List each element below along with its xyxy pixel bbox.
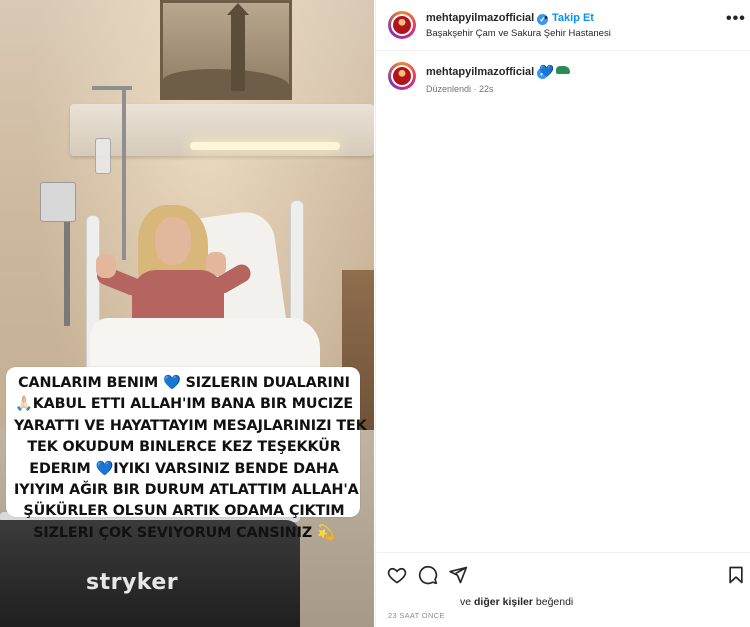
- caption-line: EDERIM 💙IYIKI VARSINIZ BENDE DAHA: [14, 459, 354, 480]
- post-header: mehtapyilmazofficial ✓ • Takip Et Başakşe…: [376, 0, 750, 51]
- avatar[interactable]: [388, 11, 416, 39]
- edited-timestamp: Düzenlendi · 22s: [426, 84, 494, 94]
- username-link[interactable]: mehtapyilmazofficial ✓: [426, 12, 549, 25]
- caption-line: IYIYIM AĞIR BIR DURUM ATLATTIM ALLAH'A: [14, 480, 359, 501]
- story-caption-text: CANLARIM BENIM 💙 SIZLERIN DUALARINI 🙏🏻KAB…: [14, 373, 367, 544]
- caption-text-segment: ŞÜKÜRLER OLSUN ARTIK ODAMA ÇIKTIM: [23, 503, 345, 520]
- caption-line: YARATTI VE HAYATTAYIM MESAJLARINIZI TEK: [14, 416, 367, 437]
- post-time-ago[interactable]: 23 SAAT ÖNCE: [388, 611, 445, 620]
- caption-text-segment: YARATTI VE HAYATTAYIM MESAJLARINIZI TEK: [14, 417, 367, 434]
- more-options-icon[interactable]: •••: [726, 10, 746, 28]
- thumbs-up-left: [96, 254, 116, 278]
- comment-emojis: 💙: [539, 64, 570, 78]
- medical-monitor: [40, 182, 76, 222]
- dizzy-star-emoji: 💫: [317, 524, 335, 541]
- likes-suffix: beğendi: [532, 596, 574, 608]
- bed-head-panel: [70, 104, 374, 156]
- caption-text-segment: EDERIM: [29, 460, 96, 477]
- caption-text-segment: CANLARIM BENIM: [18, 375, 164, 391]
- caption-text-segment: IYIYIM AĞIR BIR DURUM ATLATTIM ALLAH'A: [14, 482, 359, 499]
- save-icon[interactable]: [726, 565, 746, 585]
- blue-heart-emoji: 💙: [163, 375, 181, 391]
- iv-hook: [92, 86, 132, 90]
- post-photo[interactable]: stryker CANLARIM BENIM 💙 SIZLERIN DUALAR…: [0, 0, 374, 627]
- caption-line: SIZLERI ÇOK SEVIYORUM CANSINIZ 💫: [14, 523, 354, 544]
- caption-line: 🙏🏻KABUL ETTI ALLAH'IM BANA BIR MUCIZE: [14, 394, 354, 415]
- likes-prefix: ve: [460, 596, 475, 608]
- caption-text-segment: TEK OKUDUM BINLERCE KEZ TEŞEKKÜR: [27, 439, 341, 456]
- likes-summary: ve diğer kişiler beğendi: [460, 596, 573, 608]
- comment-avatar[interactable]: [388, 62, 416, 90]
- caption-line: ŞÜKÜRLER OLSUN ARTIK ODAMA ÇIKTIM: [14, 501, 354, 522]
- comment-username-link[interactable]: mehtapyilmazofficial ✓: [426, 66, 549, 79]
- post-sidebar: mehtapyilmazofficial ✓ • Takip Et Başakşe…: [375, 0, 750, 627]
- caption-line: CANLARIM BENIM 💙 SIZLERIN DUALARINI: [14, 373, 354, 394]
- bed-brand-label: stryker: [86, 570, 179, 595]
- wall-painting: [160, 0, 292, 100]
- separator-dot: •: [544, 12, 548, 24]
- caption-line: TEK OKUDUM BINLERCE KEZ TEŞEKKÜR: [14, 437, 354, 458]
- action-bar: [376, 552, 750, 593]
- username-text: mehtapyilmazofficial: [426, 12, 535, 24]
- like-icon[interactable]: [387, 565, 407, 585]
- follow-button[interactable]: Takip Et: [552, 12, 594, 24]
- blue-heart-emoji: 💙: [95, 460, 114, 477]
- praying-hands-emoji: 🙏🏻: [14, 396, 33, 413]
- caption-text-segment: IYIKI VARSINIZ BENDE DAHA: [113, 460, 339, 477]
- iv-pole: [122, 90, 126, 260]
- comment-icon[interactable]: [418, 565, 438, 585]
- comment-username-text: mehtapyilmazofficial: [426, 66, 535, 78]
- iv-bag: [95, 138, 111, 174]
- caption-text-segment: SIZLERIN DUALARINI: [180, 375, 350, 391]
- car-emoji-icon: [555, 66, 570, 74]
- post: stryker CANLARIM BENIM 💙 SIZLERIN DUALAR…: [0, 0, 750, 627]
- location-link[interactable]: Başakşehir Çam ve Sakura Şehir Hastanesi: [426, 28, 611, 39]
- person-face: [155, 217, 191, 265]
- blue-heart-emoji: 💙: [539, 64, 554, 78]
- caption-text-segment: SIZLERI ÇOK SEVIYORUM CANSINIZ: [33, 524, 318, 541]
- caption-text-segment: KABUL ETTI ALLAH'IM BANA BIR MUCIZE: [32, 396, 353, 413]
- likes-others-link[interactable]: diğer kişiler: [474, 596, 533, 608]
- share-icon[interactable]: [448, 565, 468, 585]
